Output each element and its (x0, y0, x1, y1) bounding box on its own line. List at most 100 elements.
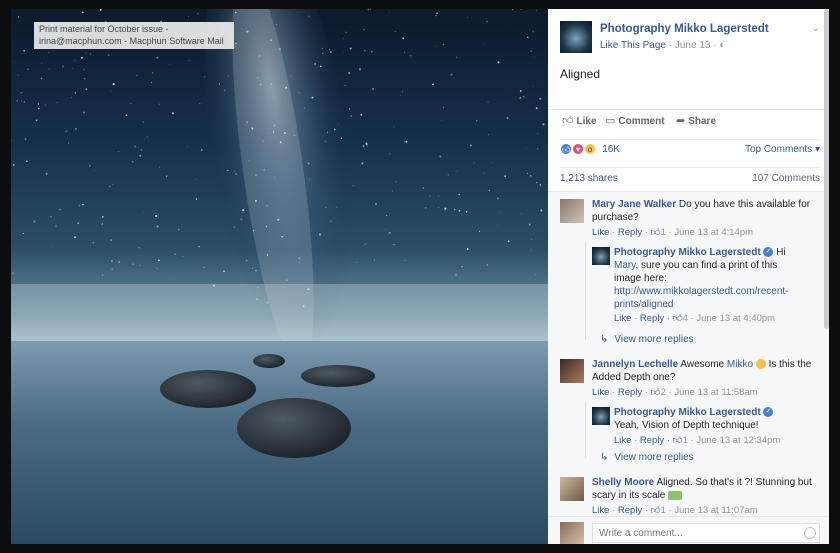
view-more-replies[interactable]: ↳ View more replies (600, 452, 694, 463)
comment-item: Shelly Moore Aligned. So that's it ?! St… (560, 476, 820, 516)
mention-link[interactable]: Mary (614, 260, 635, 271)
reply-like-link[interactable]: Like (614, 313, 631, 324)
comment-author[interactable]: Shelly Moore (592, 477, 654, 488)
photo-viewer: Print material for October issue - irina… (0, 0, 840, 553)
comment-author[interactable]: Mary Jane Walker (592, 199, 676, 210)
reply-body: Yeah, Vision of Depth technique! (614, 420, 759, 431)
comment-text: Shelly Moore Aligned. So that's it ?! St… (592, 476, 818, 502)
shares-link[interactable]: 1,213 shares (560, 173, 618, 184)
stats-row: 1,213 shares 107 Comments (560, 167, 820, 189)
comment-meta: Like · Reply · 👍︎1 · June 13 at 11:07am (592, 505, 758, 516)
reply-like-link[interactable]: Like (614, 435, 631, 446)
post-text: Aligned (560, 67, 601, 81)
globe-icon: ◐ (719, 40, 726, 51)
top-comments-label: Top Comments (744, 144, 813, 155)
chevron-down-icon[interactable]: ⌄ (812, 23, 820, 34)
share-button[interactable]: ➦ Share (676, 114, 716, 127)
commenter-avatar[interactable] (560, 477, 584, 501)
thumbs-up-icon: 👍︎ (562, 115, 574, 127)
reply-author[interactable]: Photography Mikko Lagerstedt (614, 247, 761, 258)
comment-like-link[interactable]: Like (592, 387, 609, 398)
source-tag-line1: Print material for October issue - (39, 24, 169, 34)
print-url-link[interactable]: http://www.mikkolagerstedt.com/recent-pr… (614, 285, 800, 311)
reply-arrow-icon: ↳ (600, 452, 609, 463)
love-reaction-icon[interactable]: ♥ (572, 143, 585, 156)
comment-item: Mary Jane Walker Do you have this availa… (560, 198, 820, 244)
like-label: Like (576, 116, 597, 127)
like-page-link[interactable]: Like This Page (600, 40, 666, 51)
current-user-avatar (560, 522, 584, 544)
comment-like-link[interactable]: Like (592, 505, 609, 516)
comment-body-pre: Awesome (678, 359, 727, 370)
like-count-icon[interactable]: 👍︎ (651, 387, 661, 398)
verified-badge-icon: ✓ (763, 247, 774, 258)
commenter-avatar[interactable] (560, 199, 584, 223)
reply-item: Photography Mikko Lagerstedt ✓ Yeah, Vis… (592, 406, 822, 450)
reply-body-pre: Hi (773, 247, 786, 258)
comment-like-link[interactable]: Like (592, 227, 609, 238)
comment-reply-link[interactable]: Reply (618, 505, 642, 516)
milky-way-seascape-photo[interactable]: Print material for October issue - irina… (11, 9, 548, 544)
reply-rail (585, 402, 586, 458)
reply-text: Photography Mikko Lagerstedt ✓ Hi Mary, … (614, 246, 800, 311)
comment-time[interactable]: June 13 at 11:07am (674, 505, 757, 516)
comment-text: Jannelyn Lechelle Awesome Mikko Is this … (592, 358, 818, 384)
comment-button[interactable]: ▭ Comment (605, 114, 665, 127)
like-count-icon[interactable]: 👍︎ (673, 435, 683, 446)
reply-reply-link[interactable]: Reply (640, 435, 664, 446)
like-button[interactable]: 👍︎ Like (562, 114, 597, 127)
reply-author[interactable]: Photography Mikko Lagerstedt (614, 407, 761, 418)
comments-list: Mary Jane Walker Do you have this availa… (548, 191, 829, 516)
page-name-link[interactable]: Photography Mikko Lagerstedt (600, 23, 769, 35)
page-reply-avatar[interactable] (592, 247, 610, 265)
comment-meta: Like · Reply · 👍︎2 · June 13 at 11:58am (592, 387, 758, 398)
comment-item: Jannelyn Lechelle Awesome Mikko Is this … (560, 358, 820, 404)
page-reply-avatar[interactable] (592, 407, 610, 425)
view-more-label: View more replies (614, 452, 694, 463)
comment-like-count[interactable]: 1 (661, 227, 666, 238)
photo-scene (11, 9, 548, 544)
wow-reaction-icon[interactable]: o (584, 143, 597, 156)
reply-like-count[interactable]: 1 (683, 435, 688, 446)
comment-input[interactable] (592, 523, 820, 543)
view-more-label: View more replies (614, 334, 694, 345)
comment-reply-link[interactable]: Reply (618, 387, 642, 398)
laugh-emoji-icon (668, 490, 683, 500)
comment-reply-link[interactable]: Reply (618, 227, 642, 238)
mention-link[interactable]: Mikko (727, 359, 753, 370)
reply-item: Photography Mikko Lagerstedt ✓ Hi Mary, … (592, 246, 822, 328)
like-count-icon[interactable]: 👍︎ (651, 505, 661, 516)
speech-bubble-icon: ▭ (605, 115, 616, 127)
reply-meta: Like · Reply · 👍︎4 · June 13 at 4:40pm (614, 313, 776, 324)
post-header: Photography Mikko Lagerstedt Like This P… (560, 21, 820, 57)
like-count-icon[interactable]: 👍︎ (673, 313, 683, 324)
comment-label: Comment (618, 116, 665, 127)
reaction-count[interactable]: 16K (602, 144, 620, 155)
verified-badge-icon: ✓ (763, 407, 774, 418)
panel-scrollbar[interactable] (824, 9, 829, 329)
post-meta: Like This Page · June 13 · ◐ (600, 40, 725, 51)
reply-text: Photography Mikko Lagerstedt ✓ Yeah, Vis… (614, 406, 800, 432)
commenter-avatar[interactable] (560, 359, 584, 383)
comment-like-count[interactable]: 1 (661, 505, 666, 516)
comment-like-count[interactable]: 2 (661, 387, 666, 398)
comment-time[interactable]: June 13 at 4:14pm (674, 227, 753, 238)
like-reaction-icon[interactable]: 👍︎ (560, 143, 572, 156)
reply-like-count[interactable]: 4 (683, 313, 688, 324)
reply-time[interactable]: June 13 at 4:40pm (696, 313, 775, 324)
reply-reply-link[interactable]: Reply (640, 313, 664, 324)
top-comments-dropdown[interactable]: Top Comments ▾ (745, 144, 820, 155)
smile-icon[interactable] (804, 527, 816, 539)
post-date[interactable]: June 13 (675, 40, 711, 51)
share-arrow-icon: ➦ (676, 115, 686, 127)
smile-emoji-icon (755, 359, 766, 370)
reply-time[interactable]: June 13 at 12:34pm (696, 435, 780, 446)
comment-author[interactable]: Jannelyn Lechelle (592, 359, 678, 370)
like-count-icon[interactable]: 👍︎ (651, 227, 661, 238)
reply-meta: Like · Reply · 👍︎1 · June 13 at 12:34pm (614, 435, 781, 446)
post-side-panel: Photography Mikko Lagerstedt Like This P… (548, 9, 829, 544)
view-more-replies[interactable]: ↳ View more replies (600, 334, 694, 345)
source-tag: Print material for October issue - irina… (34, 22, 234, 49)
page-avatar[interactable] (560, 21, 592, 53)
comment-time[interactable]: June 13 at 11:58am (674, 387, 757, 398)
